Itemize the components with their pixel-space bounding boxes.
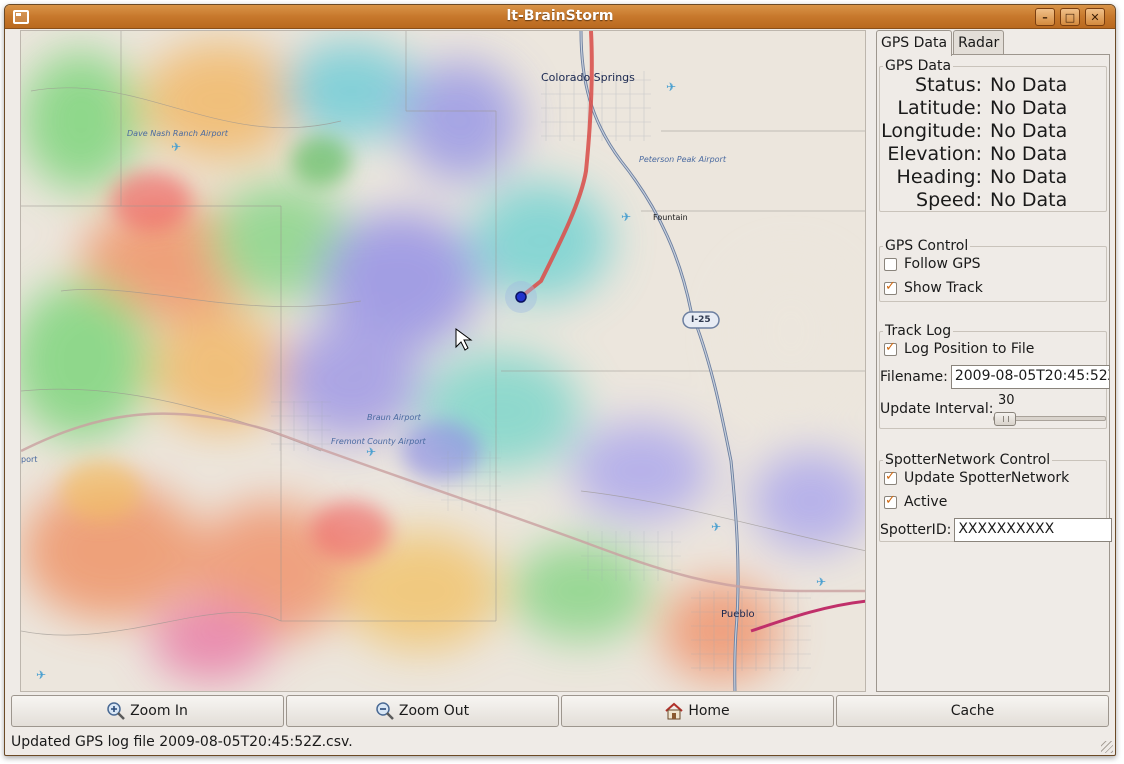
show-track-check-icon[interactable] bbox=[884, 279, 897, 295]
application-window: lt-BrainStorm – □ ✕ ✈ ✈ ✈ ✈ ✈ ✈ ✈ Colora… bbox=[4, 4, 1116, 756]
gps-row-speed: Speed: No Data bbox=[880, 189, 1108, 212]
active-check-icon[interactable] bbox=[884, 493, 897, 509]
gps-row-longitude: Longitude: No Data bbox=[880, 120, 1108, 143]
label-i25: I-25 bbox=[691, 315, 711, 325]
log-position-checkbox[interactable]: Log Position to File bbox=[884, 339, 1034, 359]
window-title: lt-BrainStorm bbox=[506, 8, 614, 24]
resize-grip-icon[interactable] bbox=[1101, 741, 1113, 753]
home-button[interactable]: Home bbox=[561, 695, 834, 727]
gps-elevation-value: No Data bbox=[990, 143, 1068, 165]
spotter-id-label: SpotterID: bbox=[880, 522, 952, 538]
follow-gps-check-icon[interactable] bbox=[884, 257, 897, 271]
zoom-out-button[interactable]: Zoom Out bbox=[286, 695, 559, 727]
log-position-check-icon[interactable] bbox=[884, 340, 897, 356]
update-spotter-checkbox[interactable]: Update SpotterNetwork bbox=[884, 468, 1069, 488]
svg-text:✈: ✈ bbox=[366, 445, 376, 459]
zoom-in-label: Zoom In bbox=[130, 703, 188, 719]
gps-row-latitude: Latitude: No Data bbox=[880, 97, 1108, 120]
gps-position-marker bbox=[515, 291, 527, 303]
gps-row-elevation: Elevation: No Data bbox=[880, 143, 1108, 166]
filename-row: Filename: 2009-08-05T20:45:52Z.c bbox=[880, 364, 1110, 390]
gps-speed-label: Speed: bbox=[916, 189, 982, 211]
svg-text:✈: ✈ bbox=[711, 520, 721, 534]
gps-longitude-label: Longitude: bbox=[881, 120, 982, 142]
zoom-in-button[interactable]: Zoom In bbox=[11, 695, 284, 727]
gps-status-value: No Data bbox=[990, 74, 1068, 96]
update-interval-label: Update Interval: bbox=[880, 401, 994, 417]
update-interval-value: 30 bbox=[998, 393, 1015, 408]
update-spotter-check-icon[interactable] bbox=[884, 469, 897, 485]
maximize-icon[interactable]: □ bbox=[1060, 8, 1080, 26]
track-log-group-title: Track Log bbox=[883, 323, 954, 339]
filename-label: Filename: bbox=[880, 369, 948, 385]
gps-control-group: GPS Control Follow GPS Show Track bbox=[879, 238, 1107, 302]
gps-status-label: Status: bbox=[915, 74, 982, 96]
gps-latitude-label: Latitude: bbox=[897, 97, 982, 119]
svg-text:✈: ✈ bbox=[666, 80, 676, 94]
gps-row-heading: Heading: No Data bbox=[880, 166, 1108, 189]
gps-data-group-title: GPS Data bbox=[883, 58, 954, 74]
gps-data-tab-body: GPS Data Status: No Data Latitude: No Da… bbox=[876, 54, 1113, 692]
map-view[interactable]: ✈ ✈ ✈ ✈ ✈ ✈ ✈ Colorado Springs Dave Nash Ran… bbox=[20, 30, 866, 692]
status-bar: Updated GPS log file 2009-08-05T20:45:52… bbox=[11, 731, 1111, 753]
follow-gps-checkbox[interactable]: Follow GPS bbox=[884, 254, 981, 274]
close-icon[interactable]: ✕ bbox=[1085, 8, 1105, 26]
update-interval-slider-handle[interactable] bbox=[994, 412, 1016, 426]
spotter-id-row: SpotterID: XXXXXXXXXX bbox=[880, 517, 1113, 543]
show-track-checkbox[interactable]: Show Track bbox=[884, 278, 983, 298]
title-bar[interactable]: lt-BrainStorm – □ ✕ bbox=[5, 5, 1115, 29]
active-checkbox[interactable]: Active bbox=[884, 492, 947, 512]
cache-button[interactable]: Cache bbox=[836, 695, 1109, 727]
label-colorado-springs: Colorado Springs bbox=[541, 71, 635, 84]
label-pueblo: Pueblo bbox=[721, 609, 755, 620]
label-peterson-airport: Peterson Peak Airport bbox=[639, 155, 726, 164]
side-panel: GPS Data Radar GPS Data Status: No Data … bbox=[876, 30, 1113, 692]
update-spotter-label: Update SpotterNetwork bbox=[904, 470, 1070, 486]
log-position-label: Log Position to File bbox=[904, 341, 1035, 357]
gps-heading-label: Heading: bbox=[896, 166, 982, 188]
zoom-in-icon bbox=[107, 702, 125, 720]
zoom-out-label: Zoom Out bbox=[398, 703, 470, 719]
home-icon bbox=[665, 702, 683, 720]
gps-elevation-label: Elevation: bbox=[887, 143, 982, 165]
svg-text:✈: ✈ bbox=[621, 210, 631, 224]
svg-text:✈: ✈ bbox=[36, 668, 46, 682]
follow-gps-label: Follow GPS bbox=[904, 256, 981, 272]
label-fountain: Fountain bbox=[653, 213, 688, 222]
filename-input[interactable]: 2009-08-05T20:45:52Z.c bbox=[950, 365, 1110, 389]
show-track-label: Show Track bbox=[904, 280, 983, 296]
gps-row-status: Status: No Data bbox=[880, 74, 1108, 97]
gps-heading-value: No Data bbox=[990, 166, 1068, 188]
spotter-network-group: SpotterNetwork Control Update SpotterNet… bbox=[879, 452, 1113, 542]
gps-data-group: GPS Data Status: No Data Latitude: No Da… bbox=[879, 58, 1108, 212]
gps-longitude-value: No Data bbox=[990, 120, 1068, 142]
tab-radar[interactable]: Radar bbox=[953, 30, 1005, 54]
status-text: Updated GPS log file 2009-08-05T20:45:52… bbox=[11, 734, 353, 750]
spotter-network-group-title: SpotterNetwork Control bbox=[883, 452, 1053, 468]
home-label: Home bbox=[688, 703, 730, 719]
gps-control-group-title: GPS Control bbox=[883, 238, 971, 254]
gps-speed-value: No Data bbox=[990, 189, 1068, 211]
svg-text:✈: ✈ bbox=[171, 140, 181, 154]
button-bar: Zoom In Zoom Out Home Cache bbox=[11, 695, 1111, 727]
zoom-out-icon bbox=[376, 702, 394, 720]
track-log-group: Track Log Log Position to File Filename:… bbox=[879, 323, 1110, 429]
label-fremont-airport: Fremont County Airport bbox=[331, 437, 426, 446]
active-label: Active bbox=[904, 494, 948, 510]
spotter-id-input[interactable]: XXXXXXXXXX bbox=[954, 518, 1113, 542]
label-dave-nash-airport: Dave Nash Ranch Airport bbox=[127, 129, 228, 138]
label-braun-airport: Braun Airport bbox=[367, 413, 421, 422]
tab-bar: GPS Data Radar bbox=[876, 30, 1005, 56]
minimize-icon[interactable]: – bbox=[1035, 8, 1055, 26]
cache-label: Cache bbox=[950, 703, 995, 719]
svg-text:✈: ✈ bbox=[816, 575, 826, 589]
tab-gps-data[interactable]: GPS Data bbox=[876, 30, 953, 56]
gps-latitude-value: No Data bbox=[990, 97, 1068, 119]
label-port: port bbox=[21, 455, 38, 464]
